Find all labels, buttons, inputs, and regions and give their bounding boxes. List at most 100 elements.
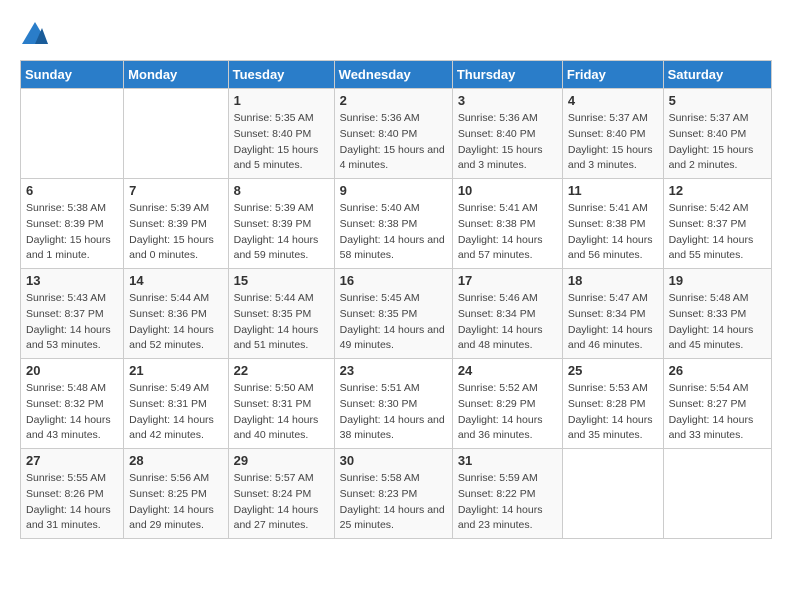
day-number: 2: [340, 93, 447, 108]
day-info: Sunrise: 5:47 AMSunset: 8:34 PMDaylight:…: [568, 291, 658, 354]
day-cell: 14 Sunrise: 5:44 AMSunset: 8:36 PMDayligh…: [124, 269, 228, 359]
day-number: 12: [669, 183, 766, 198]
day-cell: 13 Sunrise: 5:43 AMSunset: 8:37 PMDayligh…: [21, 269, 124, 359]
day-number: 23: [340, 363, 447, 378]
day-cell: 9 Sunrise: 5:40 AMSunset: 8:38 PMDaylight…: [334, 179, 452, 269]
day-number: 15: [234, 273, 329, 288]
day-number: 16: [340, 273, 447, 288]
week-row-3: 13 Sunrise: 5:43 AMSunset: 8:37 PMDayligh…: [21, 269, 772, 359]
col-header-saturday: Saturday: [663, 61, 771, 89]
day-cell: 27 Sunrise: 5:55 AMSunset: 8:26 PMDayligh…: [21, 449, 124, 539]
day-info: Sunrise: 5:42 AMSunset: 8:37 PMDaylight:…: [669, 201, 766, 264]
day-number: 14: [129, 273, 222, 288]
day-number: 24: [458, 363, 557, 378]
day-number: 31: [458, 453, 557, 468]
day-number: 6: [26, 183, 118, 198]
day-info: Sunrise: 5:55 AMSunset: 8:26 PMDaylight:…: [26, 471, 118, 534]
day-cell: 19Sunrise: 5:48 AMSunset: 8:33 PMDayligh…: [663, 269, 771, 359]
day-cell: 17 Sunrise: 5:46 AMSunset: 8:34 PMDayligh…: [452, 269, 562, 359]
day-info: Sunrise: 5:48 AMSunset: 8:33 PMDaylight:…: [669, 291, 766, 354]
day-info: Sunrise: 5:57 AMSunset: 8:24 PMDaylight:…: [234, 471, 329, 534]
day-number: 26: [669, 363, 766, 378]
day-cell: 8Sunrise: 5:39 AMSunset: 8:39 PMDaylight…: [228, 179, 334, 269]
day-info: Sunrise: 5:58 AMSunset: 8:23 PMDaylight:…: [340, 471, 447, 534]
week-row-5: 27 Sunrise: 5:55 AMSunset: 8:26 PMDayligh…: [21, 449, 772, 539]
day-number: 1: [234, 93, 329, 108]
day-number: 27: [26, 453, 118, 468]
day-info: Sunrise: 5:56 AMSunset: 8:25 PMDaylight:…: [129, 471, 222, 534]
day-cell: [124, 89, 228, 179]
logo: [20, 20, 54, 50]
week-row-2: 6 Sunrise: 5:38 AMSunset: 8:39 PMDaylight…: [21, 179, 772, 269]
day-info: Sunrise: 5:52 AMSunset: 8:29 PMDaylight:…: [458, 381, 557, 444]
day-info: Sunrise: 5:45 AMSunset: 8:35 PMDaylight:…: [340, 291, 447, 354]
day-number: 17: [458, 273, 557, 288]
day-number: 25: [568, 363, 658, 378]
day-cell: 15Sunrise: 5:44 AMSunset: 8:35 PMDayligh…: [228, 269, 334, 359]
day-info: Sunrise: 5:41 AMSunset: 8:38 PMDaylight:…: [458, 201, 557, 264]
day-cell: 18 Sunrise: 5:47 AMSunset: 8:34 PMDayligh…: [562, 269, 663, 359]
day-info: Sunrise: 5:40 AMSunset: 8:38 PMDaylight:…: [340, 201, 447, 264]
day-cell: 6 Sunrise: 5:38 AMSunset: 8:39 PMDaylight…: [21, 179, 124, 269]
day-info: Sunrise: 5:54 AMSunset: 8:27 PMDaylight:…: [669, 381, 766, 444]
day-cell: 5 Sunrise: 5:37 AMSunset: 8:40 PMDaylight…: [663, 89, 771, 179]
day-info: Sunrise: 5:36 AMSunset: 8:40 PMDaylight:…: [340, 111, 447, 174]
day-info: Sunrise: 5:44 AMSunset: 8:36 PMDaylight:…: [129, 291, 222, 354]
header-row: SundayMondayTuesdayWednesdayThursdayFrid…: [21, 61, 772, 89]
col-header-sunday: Sunday: [21, 61, 124, 89]
col-header-tuesday: Tuesday: [228, 61, 334, 89]
day-cell: 25 Sunrise: 5:53 AMSunset: 8:28 PMDayligh…: [562, 359, 663, 449]
day-info: Sunrise: 5:39 AMSunset: 8:39 PMDaylight:…: [234, 201, 329, 264]
day-info: Sunrise: 5:38 AMSunset: 8:39 PMDaylight:…: [26, 201, 118, 264]
day-number: 29: [234, 453, 329, 468]
day-cell: 12 Sunrise: 5:42 AMSunset: 8:37 PMDayligh…: [663, 179, 771, 269]
day-number: 20: [26, 363, 118, 378]
day-info: Sunrise: 5:49 AMSunset: 8:31 PMDaylight:…: [129, 381, 222, 444]
day-cell: 2 Sunrise: 5:36 AMSunset: 8:40 PMDaylight…: [334, 89, 452, 179]
day-info: Sunrise: 5:37 AMSunset: 8:40 PMDaylight:…: [568, 111, 658, 174]
col-header-monday: Monday: [124, 61, 228, 89]
day-info: Sunrise: 5:48 AMSunset: 8:32 PMDaylight:…: [26, 381, 118, 444]
day-cell: 21Sunrise: 5:49 AMSunset: 8:31 PMDayligh…: [124, 359, 228, 449]
day-number: 18: [568, 273, 658, 288]
day-info: Sunrise: 5:37 AMSunset: 8:40 PMDaylight:…: [669, 111, 766, 174]
day-info: Sunrise: 5:43 AMSunset: 8:37 PMDaylight:…: [26, 291, 118, 354]
day-number: 7: [129, 183, 222, 198]
day-cell: 3 Sunrise: 5:36 AMSunset: 8:40 PMDaylight…: [452, 89, 562, 179]
day-cell: 10Sunrise: 5:41 AMSunset: 8:38 PMDayligh…: [452, 179, 562, 269]
col-header-thursday: Thursday: [452, 61, 562, 89]
week-row-1: 1Sunrise: 5:35 AMSunset: 8:40 PMDaylight…: [21, 89, 772, 179]
day-number: 22: [234, 363, 329, 378]
day-number: 11: [568, 183, 658, 198]
day-number: 3: [458, 93, 557, 108]
day-info: Sunrise: 5:59 AMSunset: 8:22 PMDaylight:…: [458, 471, 557, 534]
day-info: Sunrise: 5:53 AMSunset: 8:28 PMDaylight:…: [568, 381, 658, 444]
day-cell: 24 Sunrise: 5:52 AMSunset: 8:29 PMDayligh…: [452, 359, 562, 449]
day-info: Sunrise: 5:36 AMSunset: 8:40 PMDaylight:…: [458, 111, 557, 174]
day-cell: [562, 449, 663, 539]
day-cell: 30 Sunrise: 5:58 AMSunset: 8:23 PMDayligh…: [334, 449, 452, 539]
week-row-4: 20 Sunrise: 5:48 AMSunset: 8:32 PMDayligh…: [21, 359, 772, 449]
logo-icon: [20, 20, 50, 50]
day-cell: 4 Sunrise: 5:37 AMSunset: 8:40 PMDaylight…: [562, 89, 663, 179]
day-cell: 11 Sunrise: 5:41 AMSunset: 8:38 PMDayligh…: [562, 179, 663, 269]
day-cell: 16 Sunrise: 5:45 AMSunset: 8:35 PMDayligh…: [334, 269, 452, 359]
day-cell: 23 Sunrise: 5:51 AMSunset: 8:30 PMDayligh…: [334, 359, 452, 449]
day-cell: 7Sunrise: 5:39 AMSunset: 8:39 PMDaylight…: [124, 179, 228, 269]
day-cell: 31 Sunrise: 5:59 AMSunset: 8:22 PMDayligh…: [452, 449, 562, 539]
day-info: Sunrise: 5:41 AMSunset: 8:38 PMDaylight:…: [568, 201, 658, 264]
day-number: 4: [568, 93, 658, 108]
day-info: Sunrise: 5:46 AMSunset: 8:34 PMDaylight:…: [458, 291, 557, 354]
day-info: Sunrise: 5:51 AMSunset: 8:30 PMDaylight:…: [340, 381, 447, 444]
day-cell: [663, 449, 771, 539]
day-cell: 20 Sunrise: 5:48 AMSunset: 8:32 PMDayligh…: [21, 359, 124, 449]
col-header-wednesday: Wednesday: [334, 61, 452, 89]
day-number: 30: [340, 453, 447, 468]
day-number: 28: [129, 453, 222, 468]
day-number: 13: [26, 273, 118, 288]
day-cell: 26 Sunrise: 5:54 AMSunset: 8:27 PMDayligh…: [663, 359, 771, 449]
day-number: 9: [340, 183, 447, 198]
day-cell: 1Sunrise: 5:35 AMSunset: 8:40 PMDaylight…: [228, 89, 334, 179]
day-cell: 29 Sunrise: 5:57 AMSunset: 8:24 PMDayligh…: [228, 449, 334, 539]
day-number: 5: [669, 93, 766, 108]
